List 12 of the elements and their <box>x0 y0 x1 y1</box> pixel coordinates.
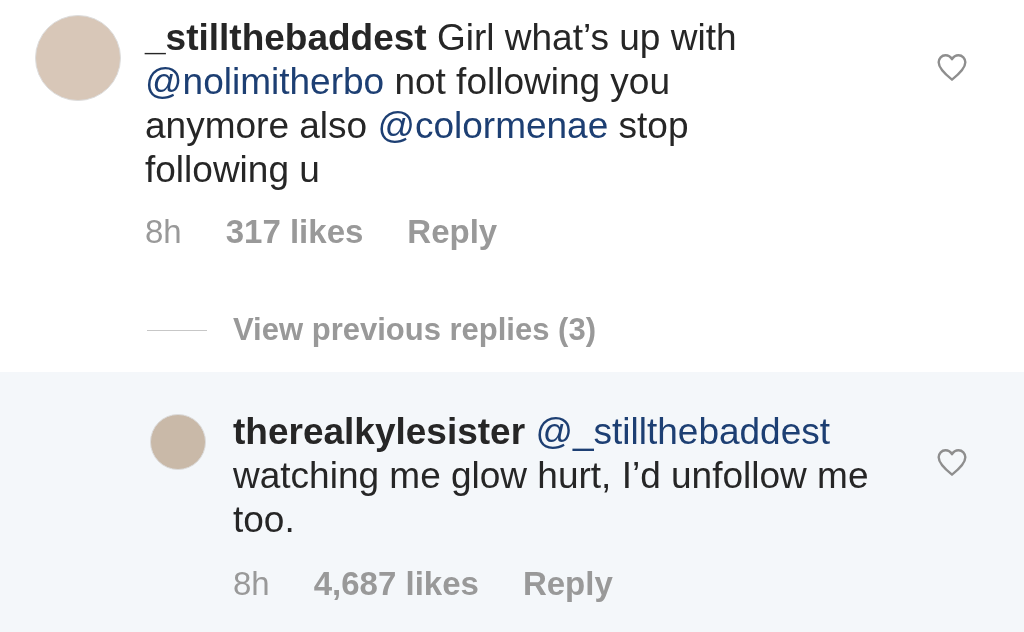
mention-link[interactable]: @nolimitherbo <box>145 61 385 102</box>
username-link[interactable]: _stillthebaddest <box>145 17 427 58</box>
comment-time: 8h <box>145 214 182 250</box>
comment-text: _stillthebaddest Girl what’s up with @nolimitherbo not following you anymore also @colormenae stop following u <box>145 16 738 192</box>
mention-link[interactable]: @_stillthebaddest <box>535 411 831 452</box>
heart-icon[interactable] <box>936 52 968 82</box>
heart-icon[interactable] <box>936 447 968 477</box>
mention-link[interactable]: @colormenae <box>377 105 609 146</box>
comment-text: therealkylesister @_stillthebaddest watching me glow hurt, I’d unfollow me too. <box>233 410 870 542</box>
username-link[interactable]: therealkylesister <box>233 411 526 452</box>
comment-time: 8h <box>233 566 270 602</box>
avatar[interactable] <box>150 414 206 470</box>
